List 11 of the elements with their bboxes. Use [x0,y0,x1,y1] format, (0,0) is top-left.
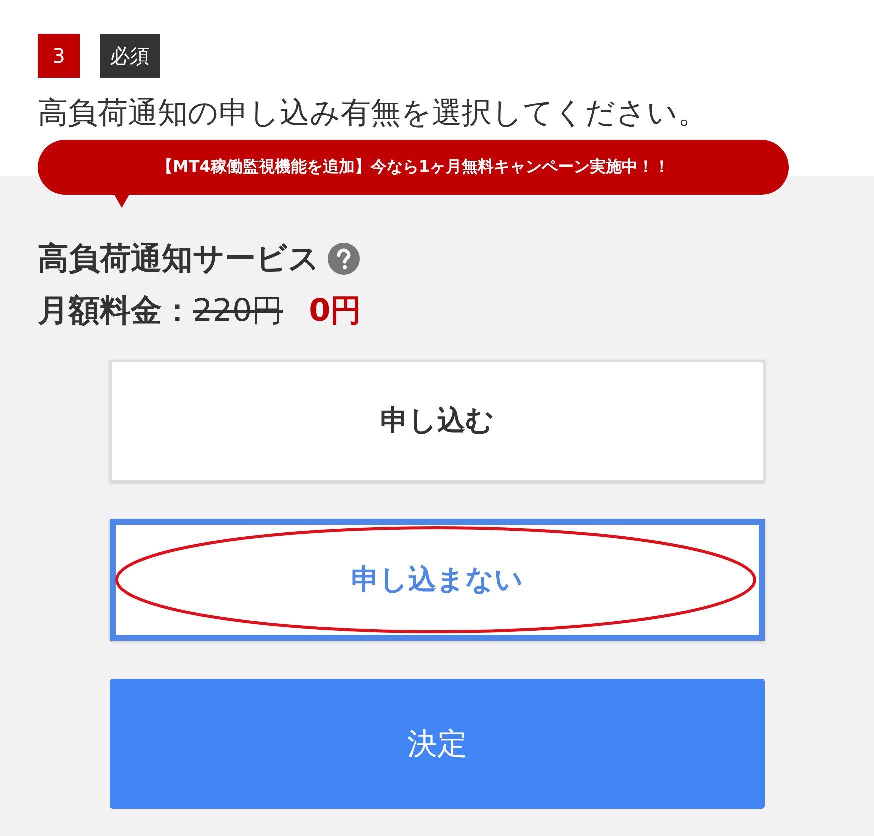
service-title: 高負荷通知サービス [38,240,320,279]
help-icon[interactable] [328,243,360,275]
submit-button[interactable]: 決定 [110,679,765,809]
new-price: 0円 [309,292,362,331]
price-label: 月額料金： [38,292,193,331]
question-text: 高負荷通知の申し込み有無を選択してください。 [38,95,709,133]
old-price: 220円 [193,292,284,331]
option-button[interactable]: 申し込まない [110,519,765,641]
step-number: 3 [38,34,80,78]
option-button[interactable]: 申し込む [110,360,765,482]
required-badge: 必須 [100,34,160,78]
